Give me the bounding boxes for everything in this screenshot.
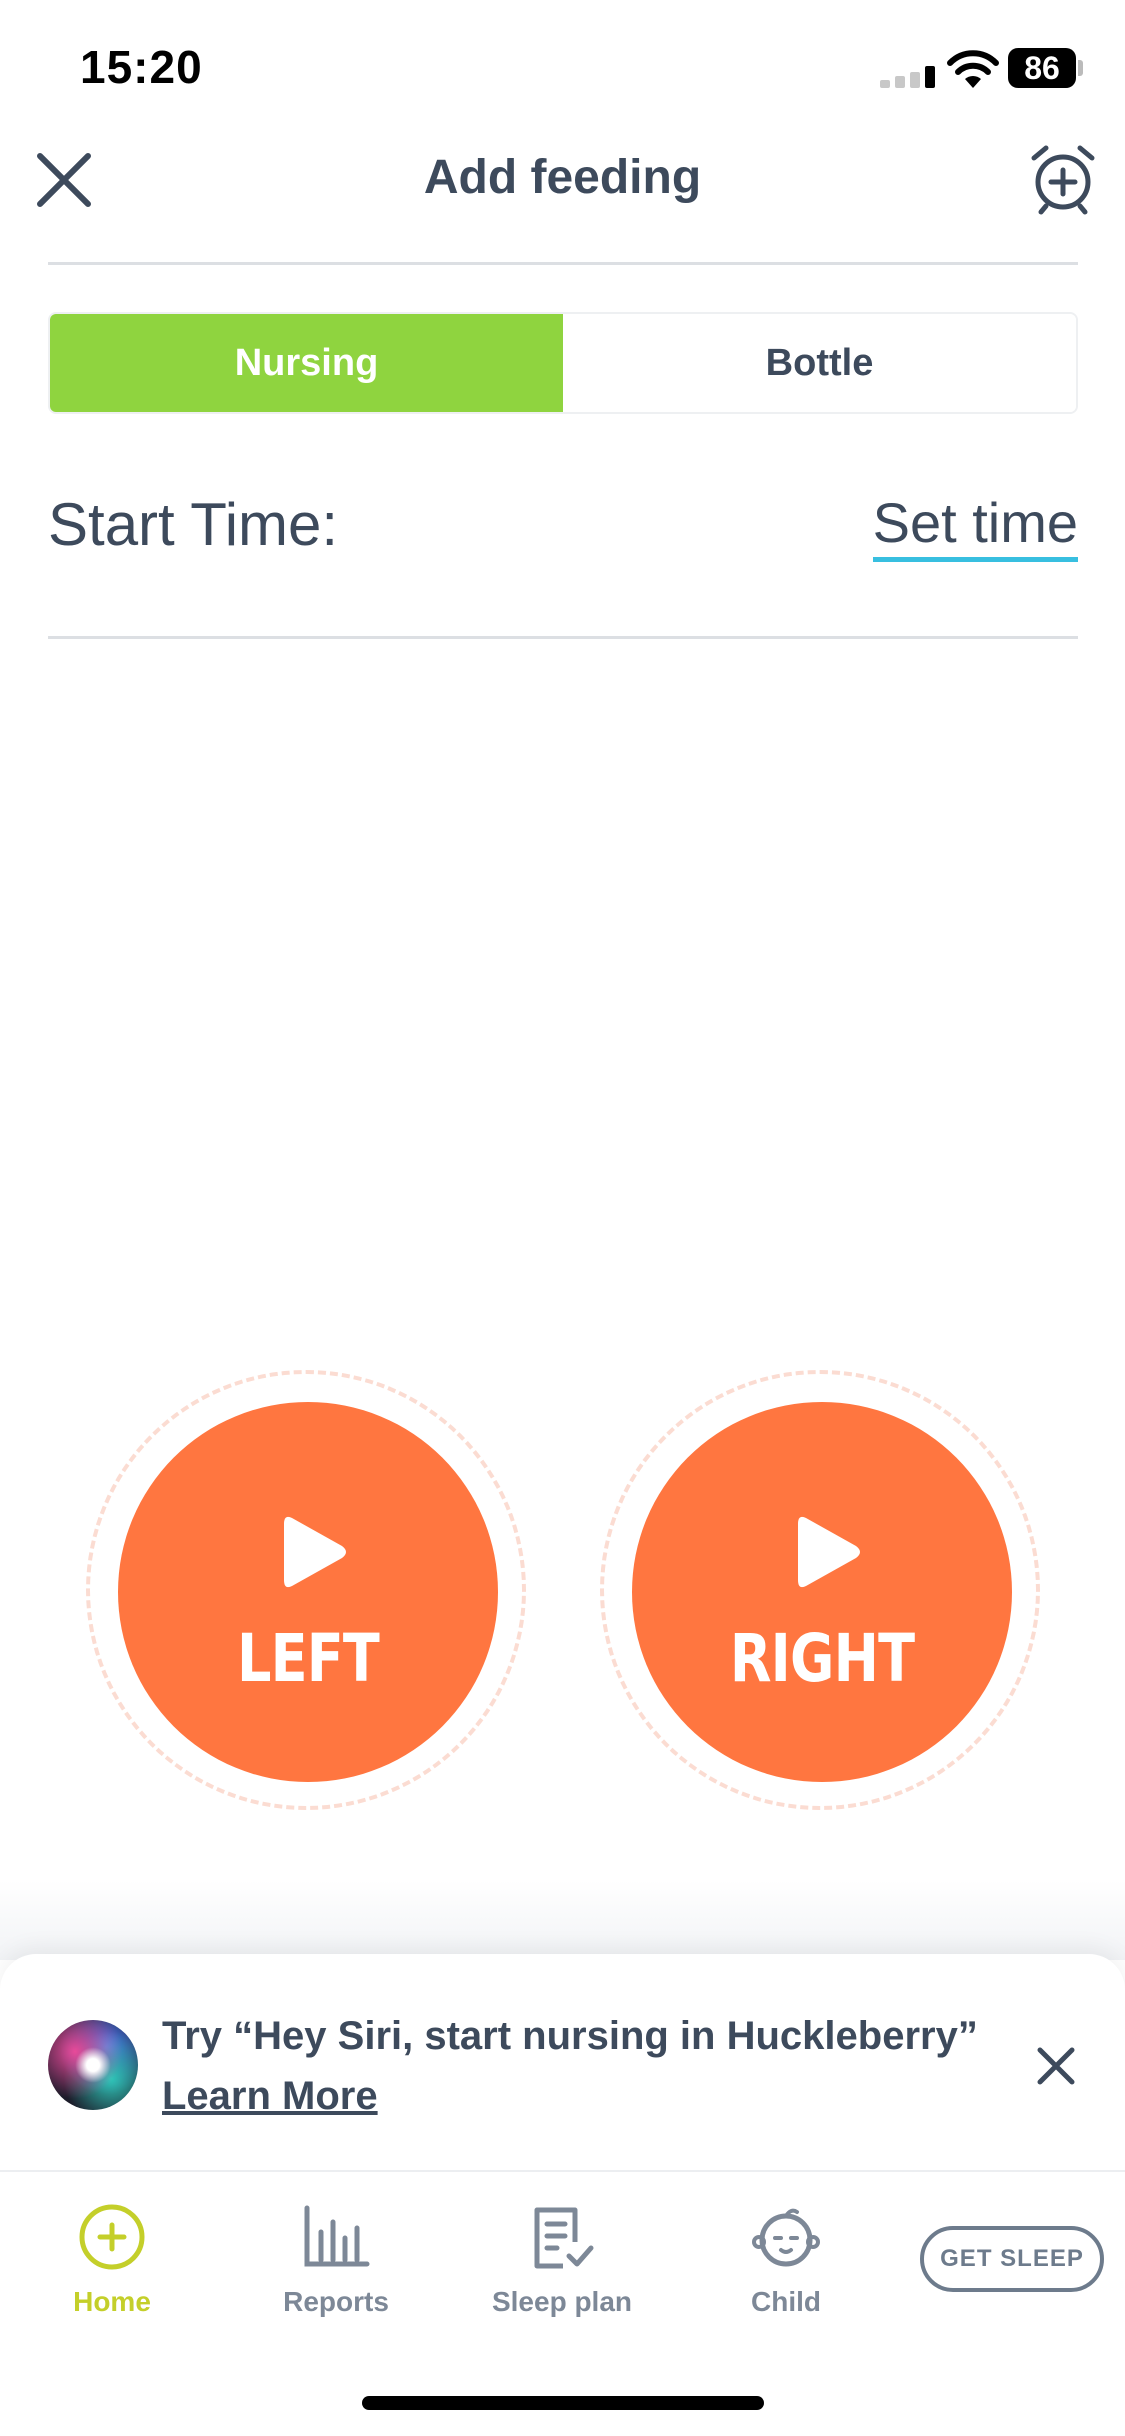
left-side-button[interactable]: LEFT xyxy=(118,1402,498,1782)
siri-suggestion: Try “Hey Siri, start nursing in Hucklebe… xyxy=(162,2006,982,2126)
home-indicator xyxy=(362,2396,764,2410)
tab-child[interactable]: Child xyxy=(686,2202,886,2342)
get-sleep-button[interactable]: GET SLEEP xyxy=(920,2226,1104,2292)
status-time: 15:20 xyxy=(80,41,203,93)
start-time-divider xyxy=(48,636,1078,639)
learn-more-link[interactable]: Learn More xyxy=(162,2074,378,2118)
status-bar: 15:20 86 xyxy=(0,0,1125,140)
play-icon xyxy=(798,1516,860,1588)
tab-home-label: Home xyxy=(73,2286,151,2317)
header: Add feeding xyxy=(0,140,1125,264)
tab-child-label: Child xyxy=(751,2286,821,2317)
feeding-type-segment: Nursing Bottle xyxy=(48,312,1078,414)
cellular-signal-icon xyxy=(880,66,935,88)
tab-home[interactable]: Home xyxy=(12,2202,212,2342)
tab-reports-label: Reports xyxy=(283,2286,389,2317)
play-icon xyxy=(284,1516,346,1588)
set-time-button[interactable]: Set time xyxy=(872,490,1078,562)
page-title: Add feeding xyxy=(423,151,702,204)
siri-icon xyxy=(48,2020,138,2110)
tab-reports[interactable]: Reports xyxy=(236,2202,436,2342)
battery-cap xyxy=(1078,60,1083,76)
home-plus-icon xyxy=(79,2204,145,2270)
header-divider xyxy=(48,262,1078,265)
sleep-plan-icon xyxy=(534,2207,594,2269)
tab-sleep-plan-label: Sleep plan xyxy=(491,2286,633,2317)
battery-level: 86 xyxy=(1008,48,1076,88)
tab-nursing[interactable]: Nursing xyxy=(50,314,563,412)
banner-shadow xyxy=(0,1880,1125,1960)
close-banner-icon[interactable] xyxy=(1036,2046,1076,2086)
tab-bottle[interactable]: Bottle xyxy=(563,314,1076,412)
baby-face-icon xyxy=(752,2208,820,2267)
siri-banner: Try “Hey Siri, start nursing in Hucklebe… xyxy=(0,1954,1125,2172)
start-time-label: Start Time: xyxy=(48,491,339,558)
right-side-button[interactable]: RIGHT xyxy=(632,1402,1012,1782)
right-side-ring: RIGHT xyxy=(600,1370,1040,1810)
right-side-label: RIGHT xyxy=(729,1620,915,1697)
tab-sleep-plan[interactable]: Sleep plan xyxy=(462,2202,662,2342)
left-side-ring: LEFT xyxy=(86,1370,526,1810)
left-side-label: LEFT xyxy=(236,1620,380,1697)
wifi-icon xyxy=(947,50,999,88)
siri-suggestion-text: Try “Hey Siri, start nursing in Hucklebe… xyxy=(162,2014,978,2058)
bar-chart-icon xyxy=(304,2205,370,2267)
alarm-add-icon[interactable] xyxy=(1028,140,1098,216)
